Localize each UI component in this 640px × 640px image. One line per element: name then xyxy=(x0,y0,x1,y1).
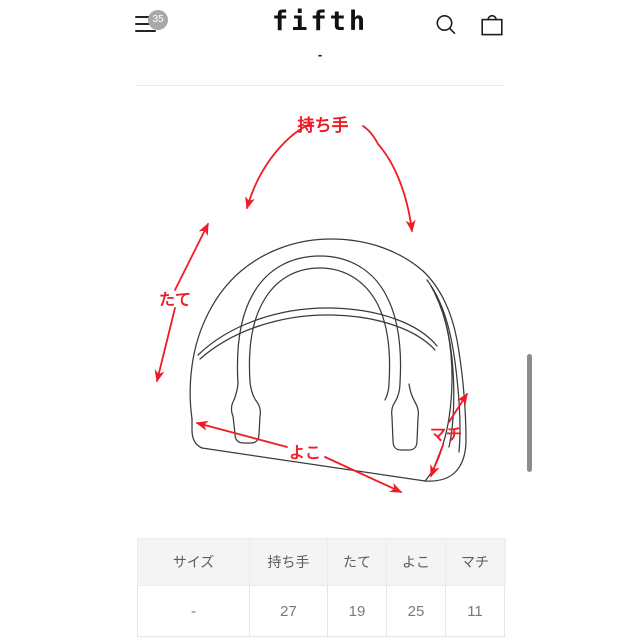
table-header-row: サイズ 持ち手 たて よこ マチ xyxy=(137,538,506,586)
site-logo[interactable]: fifth xyxy=(272,6,368,38)
shopping-bag-icon[interactable] xyxy=(479,12,505,38)
size-table: サイズ 持ち手 たて よこ マチ - 27 19 25 11 xyxy=(137,538,506,637)
cell-size: - xyxy=(137,585,250,637)
cell-handle: 27 xyxy=(249,585,328,637)
menu-badge: 35 xyxy=(148,10,168,30)
label-depth: マチ xyxy=(430,425,462,444)
table-header-height: たて xyxy=(327,538,387,586)
header-bar: 35 fifth xyxy=(135,0,505,50)
handbag-size-diagram: 持ち手 たて よこ マチ xyxy=(135,100,505,520)
table-header-size: サイズ xyxy=(137,538,250,586)
page-root: 35 fifth - 持ち手 たて よこ マチ サイズ 持ち手 たて よこ マチ… xyxy=(0,0,640,640)
table-header-overflow xyxy=(504,538,506,586)
cell-depth: 11 xyxy=(445,585,505,637)
cell-height: 19 xyxy=(327,585,387,637)
cell-overflow xyxy=(504,585,506,637)
header-divider xyxy=(135,85,505,86)
hamburger-bar-bottom xyxy=(135,30,156,32)
site-header: 35 fifth - xyxy=(135,0,505,86)
vertical-scrollbar-thumb[interactable] xyxy=(527,354,532,472)
hamburger-menu-icon[interactable]: 35 xyxy=(135,10,168,36)
label-handle: 持ち手 xyxy=(298,115,349,136)
table-header-handle: 持ち手 xyxy=(249,538,328,586)
vertical-scrollbar-track[interactable] xyxy=(526,0,534,640)
cell-width: 25 xyxy=(386,585,446,637)
table-header-width: よこ xyxy=(386,538,446,586)
search-icon[interactable] xyxy=(433,12,459,38)
table-row: - 27 19 25 11 xyxy=(137,585,506,637)
size-table-scroller[interactable]: サイズ 持ち手 たて よこ マチ - 27 19 25 11 xyxy=(137,538,506,638)
table-header-depth: マチ xyxy=(445,538,505,586)
logo-subtitle: - xyxy=(317,47,323,62)
label-width: よこ xyxy=(289,443,321,462)
label-height: たて xyxy=(159,290,191,309)
